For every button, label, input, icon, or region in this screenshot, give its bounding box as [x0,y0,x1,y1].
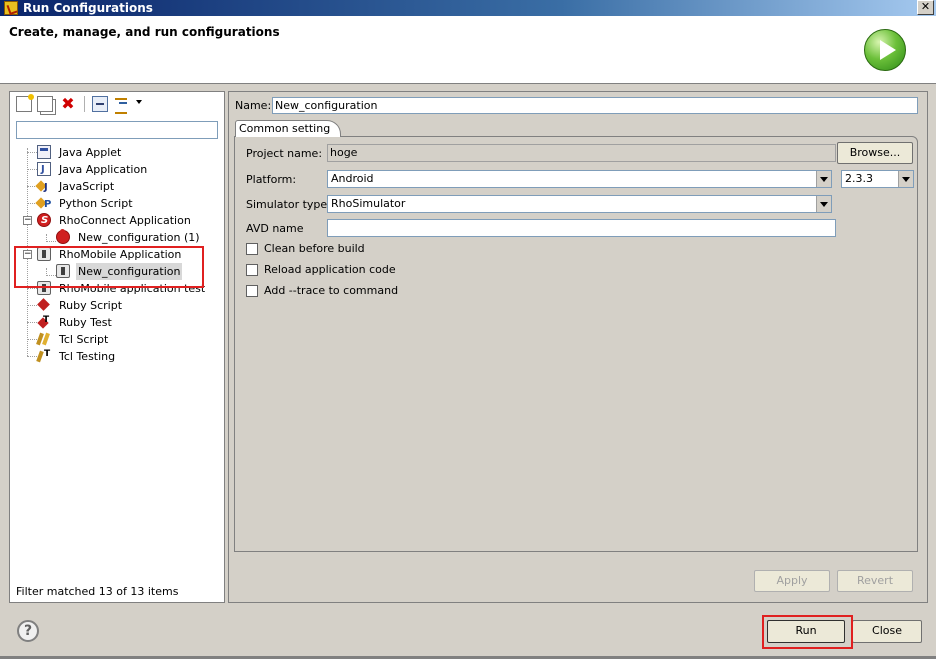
java-application-icon [37,161,51,178]
revert-button[interactable]: Revert [837,570,913,592]
tab-common-setting[interactable]: Common setting [235,120,341,137]
duplicate-configuration-icon[interactable] [37,96,53,112]
chevron-down-icon[interactable] [898,171,913,187]
window-title: Run Configurations [23,1,153,15]
filter-status: Filter matched 13 of 13 items [16,585,179,598]
simulator-type-select[interactable]: RhoSimulator [327,195,832,213]
tcl-testing-icon [37,346,51,363]
tree-guide [27,322,37,323]
checkbox-label: Clean before build [264,242,365,255]
tree-item-label: Java Applet [59,146,122,159]
tree-guide [27,152,37,153]
apply-button[interactable]: Apply [754,570,830,592]
dialog-header: Create, manage, and run configurations [0,16,936,84]
name-input[interactable] [272,97,918,114]
tree-item-label: Ruby Script [59,299,123,312]
chevron-down-icon[interactable] [816,196,831,212]
configuration-editor-panel: Name: Project name: hoge Browse... Platf… [228,91,928,603]
platform-select[interactable]: Android [327,170,832,188]
tree-item-label: Java Application [59,163,148,176]
tree-item-label: Ruby Test [59,316,112,329]
run-banner-icon [864,29,906,71]
collapse-all-icon[interactable] [92,96,108,112]
collapse-rhoconnect-icon[interactable]: − [23,216,32,225]
toolbar-separator [84,96,85,112]
highlight-annotation [14,246,204,288]
platform-version-value: 2.3.3 [845,172,873,185]
help-icon[interactable]: ? [17,620,39,642]
simulator-type-value: RhoSimulator [331,197,406,210]
window-close-button[interactable]: ✕ [917,0,934,15]
checkbox-label: Add --trace to command [264,284,399,297]
tree-item-label: Tcl Testing [59,350,116,363]
dialog-heading: Create, manage, and run configurations [9,25,280,39]
title-bar: Run Configurations ✕ [0,0,936,16]
tree-item-label: RhoConnect Application [59,214,191,227]
name-label: Name: [235,99,272,112]
tree-guide [27,288,37,289]
tree-guide [27,356,37,357]
ruby-test-icon [37,312,51,329]
tree-guide [27,339,37,340]
highlight-annotation [762,615,853,649]
checkbox[interactable] [246,264,258,276]
tree-item-label: JavaScript [59,180,115,193]
project-name-label: Project name: [246,147,323,160]
browse-button[interactable]: Browse... [837,142,913,164]
checkbox[interactable] [246,285,258,297]
chevron-down-icon[interactable] [816,171,831,187]
tree-guide [27,305,37,306]
simulator-type-label: Simulator type: [246,198,331,211]
checkbox-label: Reload application code [264,263,396,276]
avd-name-input[interactable] [327,219,836,237]
tree-item-label: New_configuration (1) [78,231,200,244]
tree-guide [27,169,37,170]
tree-item-label: Python Script [59,197,133,210]
checkbox[interactable] [246,243,258,255]
rhoconnect-icon [37,212,51,229]
ruby-script-icon [37,298,51,312]
rhoconnect-icon [56,229,70,244]
java-applet-icon [37,145,51,159]
avd-name-label: AVD name [246,222,304,235]
new-configuration-icon[interactable] [16,94,34,112]
project-name-field: hoge [327,144,836,162]
close-button[interactable]: Close [852,620,922,643]
config-toolbar: ✖ [10,92,224,116]
platform-select-value: Android [331,172,374,185]
view-menu-chevron-down-icon[interactable] [136,100,142,104]
tcl-script-icon [37,332,51,346]
javascript-icon [37,179,51,196]
tree-guide [46,241,56,242]
filter-configurations-icon[interactable] [114,96,130,114]
python-script-icon [37,196,51,213]
tab-content: Project name: hoge Browse... Platform: A… [234,136,918,552]
platform-label: Platform: [246,173,297,186]
run-configurations-icon [4,1,18,15]
configuration-list-panel: ✖ Java Applet Java Application [9,91,225,603]
delete-configuration-icon[interactable]: ✖ [60,96,76,112]
filter-input[interactable] [16,121,218,139]
tree-item-label: Tcl Script [59,333,109,346]
platform-version-select[interactable]: 2.3.3 [841,170,914,188]
